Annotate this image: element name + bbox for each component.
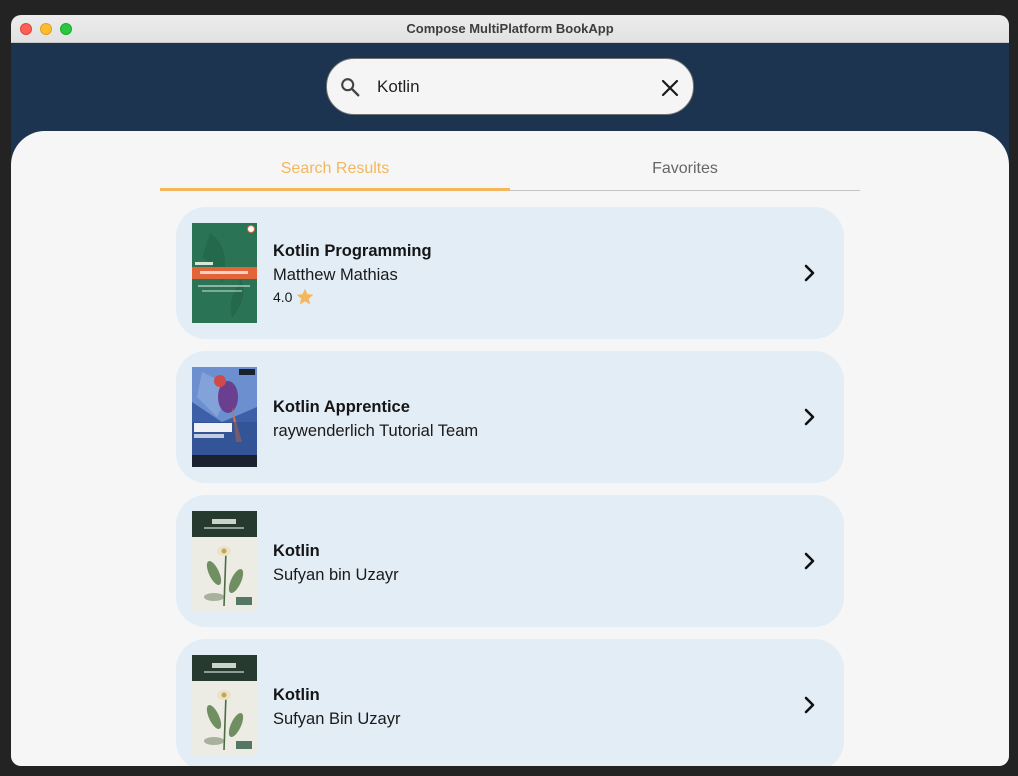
book-card[interactable]: Kotlin Programming Matthew Mathias 4.0 [176,207,844,339]
star-icon [297,288,314,305]
chevron-right-icon [804,552,815,570]
book-cover-image [192,367,257,467]
close-icon[interactable] [660,78,680,98]
book-card[interactable]: Kotlin Sufyan bin Uzayr [176,495,844,627]
search-bar[interactable] [326,58,694,115]
tab-search-results[interactable]: Search Results [160,153,510,191]
book-author: raywenderlich Tutorial Team [273,422,479,440]
book-title: Kotlin [273,542,320,560]
book-card[interactable]: Kotlin Sufyan Bin Uzayr [176,639,844,766]
tab-bar: Search Results Favorites [160,153,860,191]
window-title: Compose MultiPlatform BookApp [406,21,614,36]
chevron-right-icon [804,264,815,282]
chevron-right-icon [804,696,815,714]
book-author: Sufyan bin Uzayr [273,566,399,584]
book-cover-image [192,511,257,611]
book-title: Kotlin [273,686,320,704]
book-author: Matthew Mathias [273,266,398,284]
search-icon [341,78,360,97]
book-title: Kotlin Apprentice [273,398,410,416]
book-author: Sufyan Bin Uzayr [273,710,401,728]
book-title: Kotlin Programming [273,242,432,260]
book-cover-image [192,655,257,755]
main-content: Search Results Favorites Kotlin Programm… [11,131,1009,766]
book-card[interactable]: Kotlin Apprentice raywenderlich Tutorial… [176,351,844,483]
active-tab-indicator [160,188,510,191]
app-window: Compose MultiPlatform BookApp Search Res… [11,15,1009,766]
title-bar: Compose MultiPlatform BookApp [11,15,1009,43]
search-input[interactable] [377,73,647,101]
book-cover-image [192,223,257,323]
book-rating: 4.0 [273,287,315,307]
rating-value: 4.0 [273,289,293,305]
tab-favorites[interactable]: Favorites [510,153,860,191]
chevron-right-icon [804,408,815,426]
